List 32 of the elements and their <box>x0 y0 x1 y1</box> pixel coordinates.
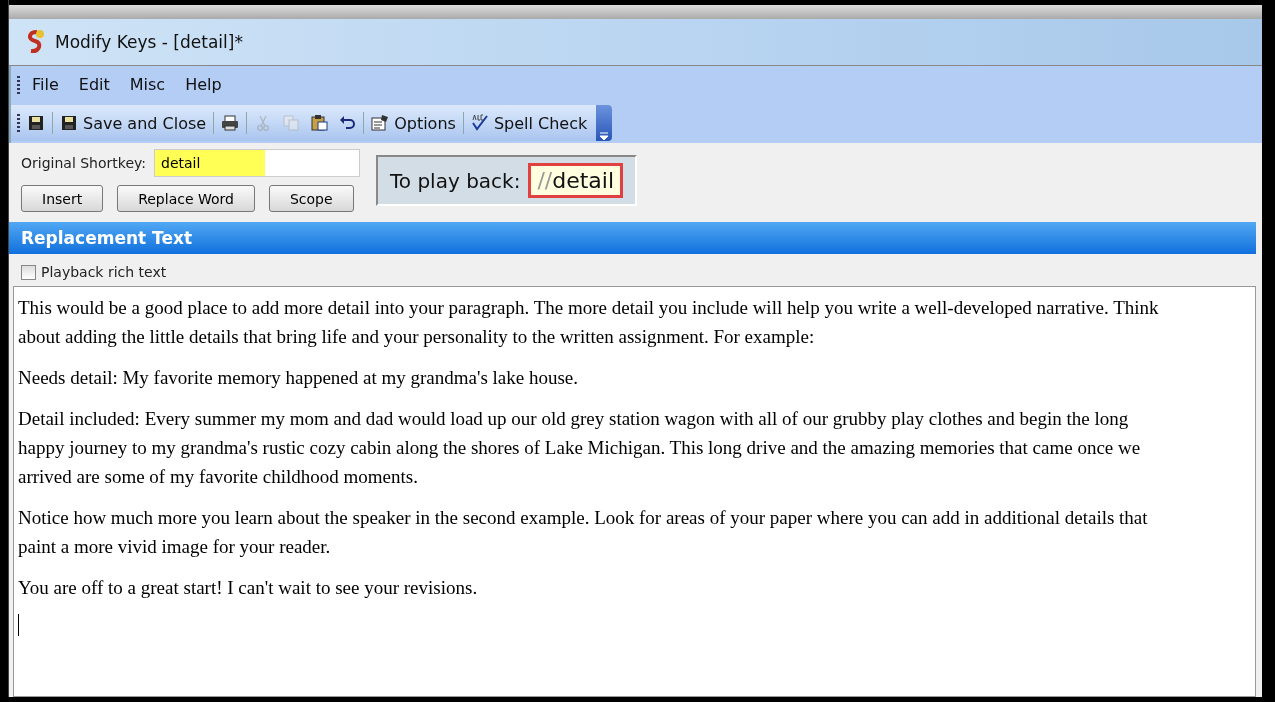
playback-key: //detail <box>528 163 624 198</box>
text-cursor <box>18 614 19 636</box>
window-title: Modify Keys - [detail]* <box>55 32 243 52</box>
action-button[interactable]: Insert <box>21 185 104 212</box>
action-button[interactable]: Replace Word <box>117 185 255 212</box>
paragraph: This would be a good place to add more detail into your paragraph. The more detail you include will help you write a well-developed narrative. Think about adding the little details that bring life and your personality to the written assignment. For example: <box>18 296 1160 349</box>
settings-icon <box>371 114 390 132</box>
checkbox-label: Playback rich text <box>41 264 167 280</box>
shortkey-label: Original Shortkey: <box>21 155 146 171</box>
action-button[interactable]: Scope <box>268 185 354 212</box>
overflow-icon[interactable] <box>596 105 613 141</box>
spell-check-icon <box>470 114 489 132</box>
toolbar-button[interactable]: Save and Close <box>57 111 210 135</box>
menu-item[interactable]: Help <box>177 73 230 96</box>
section-header: Replacement Text <box>9 222 1256 254</box>
menu-item[interactable]: Misc <box>121 73 174 96</box>
checkbox[interactable] <box>21 264 36 280</box>
printer-icon <box>221 114 240 132</box>
undo-icon <box>338 114 357 132</box>
text-editor[interactable] <box>13 286 1256 697</box>
playback-label: To play back: <box>390 168 521 193</box>
menu-item[interactable]: File <box>24 73 67 96</box>
toolbar-button[interactable]: Spell Check <box>467 111 591 135</box>
menu-item[interactable]: Edit <box>70 73 118 96</box>
paragraph: Detail included: Every summer my mom and dad would load up our old grey station wagon with all of our grubby play clothes and begin the long happy journey to my grandma's rustic cozy cabin along the shores of Lake Michigan. This long drive and the amazing memories that came once we arrived are some of my favorite childhood moments. <box>18 407 1142 489</box>
paragraph: Needs detail: My favorite memory happened at my grandma's lake house. <box>18 366 580 390</box>
toolbar-button[interactable]: Options <box>368 111 459 135</box>
copy-icon <box>282 114 301 132</box>
shortkey-field[interactable]: detail <box>154 149 360 177</box>
paragraph: You are off to a great start! I can't wait to see your revisions. <box>18 576 479 600</box>
paragraph: Notice how much more you learn about the speaker in the second example. Look for areas of your paper where you can add in additional details that paint a more vivid image for your reader. <box>18 506 1149 559</box>
clipboard-icon <box>310 114 329 132</box>
